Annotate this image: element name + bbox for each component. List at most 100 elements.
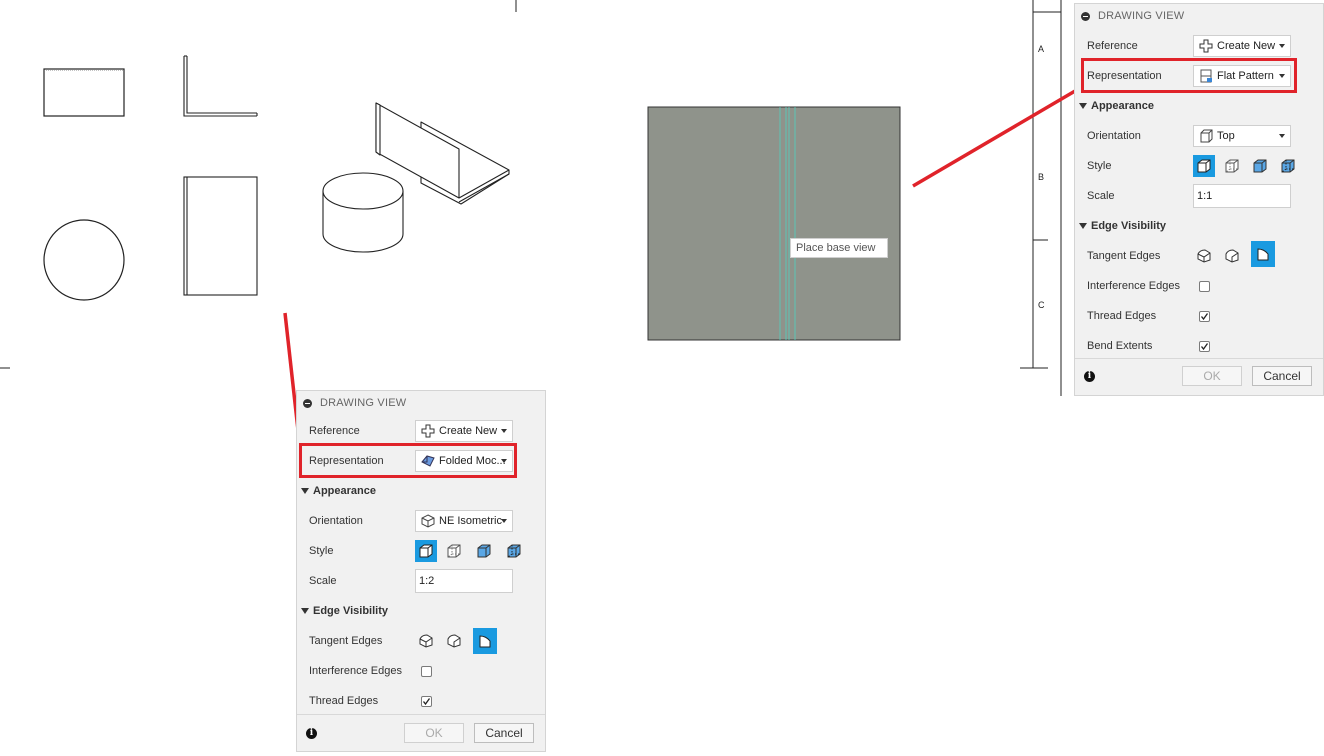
panel-footer: i OK Cancel [1075, 358, 1323, 395]
style-visible-edges-button[interactable] [415, 540, 437, 562]
style-shaded-hidden-button[interactable] [1277, 155, 1299, 177]
scale-input[interactable] [1193, 184, 1291, 208]
style-shaded-hidden-button[interactable] [503, 540, 525, 562]
ok-button[interactable]: OK [404, 723, 464, 743]
isometric-cylinder [322, 172, 404, 253]
visible-edges-icon [1197, 159, 1211, 173]
collapse-icon[interactable] [303, 398, 312, 408]
create-new-icon [421, 424, 435, 438]
appearance-section-header[interactable]: Appearance [297, 476, 545, 506]
orientation-row: Orientation NE Isometric [297, 506, 545, 536]
style-visible-edges-button[interactable] [1193, 155, 1215, 177]
plan-view-rectangle [183, 176, 258, 296]
tangent-edges-full-button[interactable] [1193, 245, 1215, 267]
cancel-button[interactable]: Cancel [1252, 366, 1312, 386]
thread-edges-checkbox[interactable] [421, 696, 432, 707]
tangent-edges-off-button[interactable] [1251, 241, 1275, 267]
visible-edges-icon [419, 544, 433, 558]
orientation-label: Orientation [309, 515, 363, 527]
edge-visibility-title: Edge Visibility [1079, 220, 1166, 232]
info-icon[interactable]: i [1084, 371, 1095, 382]
tangent-edges-off-button[interactable] [473, 628, 497, 654]
reference-dropdown[interactable]: Create New [1193, 35, 1291, 57]
checkmark-icon [422, 698, 431, 706]
bend-extents-label: Bend Extents [1087, 340, 1153, 352]
hidden-edges-icon [447, 544, 461, 558]
appearance-title-text: Appearance [313, 485, 376, 497]
appearance-section-header[interactable]: Appearance [1075, 91, 1323, 121]
tangent-edges-row: Tangent Edges [1075, 241, 1323, 271]
expand-triangle-icon [1079, 223, 1087, 229]
representation-dropdown[interactable]: Folded Moc... [415, 450, 513, 472]
appearance-title: Appearance [1079, 100, 1154, 112]
bend-extents-row: Bend Extents [1075, 331, 1323, 361]
representation-label: Representation [1087, 70, 1162, 82]
orientation-dropdown[interactable]: Top [1193, 125, 1291, 147]
representation-dropdown[interactable]: Flat Pattern [1193, 65, 1291, 87]
tangent-edges-row: Tangent Edges [297, 626, 545, 656]
style-row: Style [1075, 151, 1323, 181]
representation-row: Representation Flat Pattern [1075, 61, 1323, 91]
tangent-edges-short-button[interactable] [1221, 245, 1243, 267]
tangent-edges-short-button[interactable] [443, 630, 465, 652]
panel-footer: i OK Cancel [297, 714, 545, 751]
drawing-view-panel-right: DRAWING VIEW Reference Create New Repres… [1074, 3, 1324, 396]
orientation-label: Orientation [1087, 130, 1141, 142]
reference-dropdown[interactable]: Create New [415, 420, 513, 442]
reference-row: Reference Create New [297, 416, 545, 446]
panel-title: DRAWING VIEW [1098, 10, 1185, 22]
cancel-button[interactable]: Cancel [474, 723, 534, 743]
orientation-value: NE Isometric [439, 515, 502, 527]
bend-extents-checkbox[interactable] [1199, 341, 1210, 352]
panel-header[interactable]: DRAWING VIEW [1075, 4, 1323, 28]
chevron-down-icon [501, 459, 507, 463]
tangent-edges-label: Tangent Edges [1087, 250, 1161, 262]
expand-triangle-icon [301, 488, 309, 494]
edge-visibility-section-header[interactable]: Edge Visibility [1075, 211, 1323, 241]
ok-button[interactable]: OK [1182, 366, 1242, 386]
interference-edges-label: Interference Edges [1087, 280, 1180, 292]
info-icon[interactable]: i [306, 728, 317, 739]
tangent-shortened-icon [1225, 249, 1239, 263]
expand-triangle-icon [301, 608, 309, 614]
orientation-dropdown[interactable]: NE Isometric [415, 510, 513, 532]
shaded-hidden-edges-icon [507, 544, 521, 558]
interference-edges-row: Interference Edges [1075, 271, 1323, 301]
front-view-rectangle [43, 68, 125, 117]
interference-edges-checkbox[interactable] [1199, 281, 1210, 292]
panel-header[interactable]: DRAWING VIEW [297, 391, 545, 415]
scale-input[interactable] [415, 569, 513, 593]
edge-visibility-title-text: Edge Visibility [1091, 220, 1166, 232]
reference-label: Reference [1087, 40, 1138, 52]
scale-label: Scale [1087, 190, 1115, 202]
tangent-edges-full-button[interactable] [415, 630, 437, 652]
create-new-icon [1199, 39, 1213, 53]
zone-label-b: B [1038, 172, 1045, 182]
collapse-icon[interactable] [1081, 11, 1090, 21]
tangent-off-icon [479, 635, 491, 648]
chevron-down-icon [1279, 44, 1285, 48]
style-hidden-edges-button[interactable] [443, 540, 465, 562]
style-shaded-button[interactable] [473, 540, 495, 562]
tangent-edges-label: Tangent Edges [309, 635, 383, 647]
style-hidden-edges-button[interactable] [1221, 155, 1243, 177]
appearance-title: Appearance [301, 485, 376, 497]
style-row: Style [297, 536, 545, 566]
tangent-off-icon [1257, 248, 1269, 261]
reference-label: Reference [309, 425, 360, 437]
shaded-icon [1253, 159, 1267, 173]
representation-value: Folded Moc... [439, 455, 506, 467]
representation-label: Representation [309, 455, 384, 467]
interference-edges-label: Interference Edges [309, 665, 402, 677]
thread-edges-checkbox[interactable] [1199, 311, 1210, 322]
representation-value: Flat Pattern [1217, 70, 1274, 82]
interference-edges-checkbox[interactable] [421, 666, 432, 677]
edge-visibility-section-header[interactable]: Edge Visibility [297, 596, 545, 626]
style-shaded-button[interactable] [1249, 155, 1271, 177]
style-label: Style [309, 545, 334, 557]
scale-row: Scale [297, 566, 545, 596]
top-view-cube-icon [1200, 129, 1213, 143]
chevron-down-icon [501, 519, 507, 523]
tangent-full-length-icon [1197, 249, 1211, 263]
thread-edges-row: Thread Edges [297, 686, 545, 716]
